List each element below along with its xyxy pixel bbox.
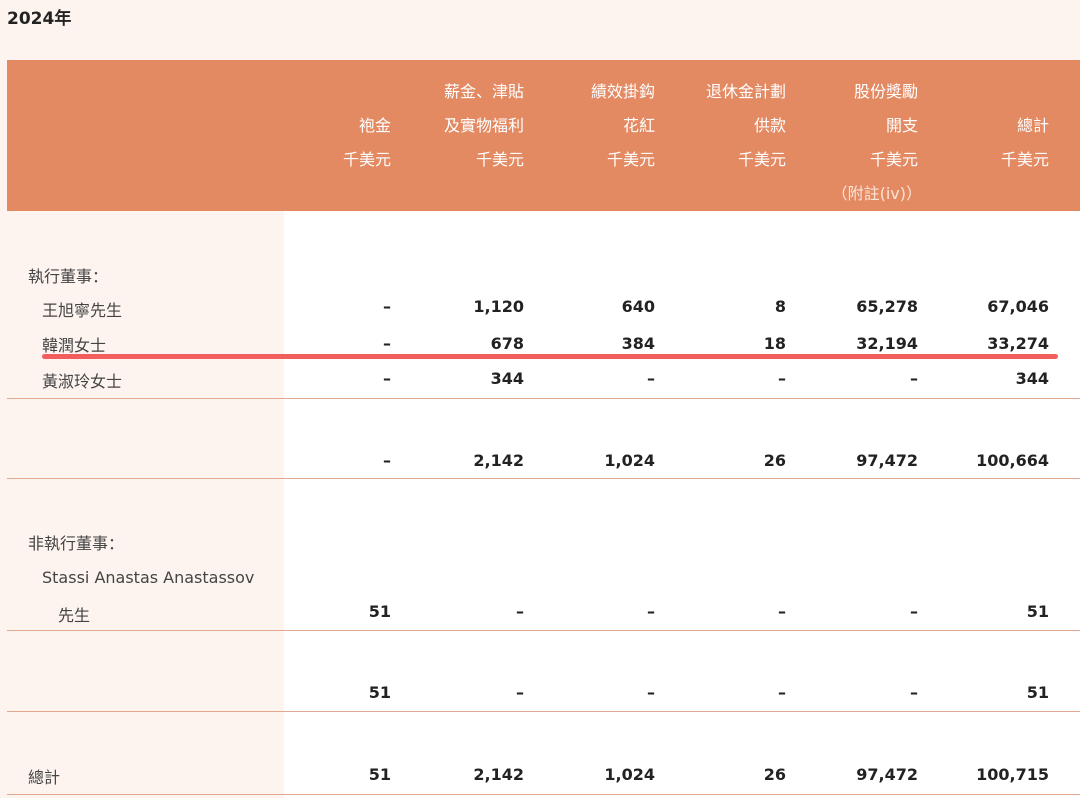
table-cell: – [383,369,391,388]
subtotal-cell: 100,664 [976,451,1049,470]
divider [7,711,1080,712]
subtotal-cell: – [778,683,786,702]
table-cell: – [383,334,391,353]
col-header-pension: 退休金計劃 [705,82,786,101]
table-cell: 384 [621,334,655,353]
subtotal-cell: 97,472 [856,451,918,470]
col-header-share-award: 股份獎勵 [853,82,918,101]
divider [7,398,1080,399]
table-cell: – [778,369,786,388]
table-cell: 65,278 [856,297,918,316]
row-label: 黃淑玲女士 [42,372,123,391]
divider [7,630,1080,631]
table-cell: – [516,602,524,621]
row-label: Stassi Anastas Anastassov [42,568,255,587]
col-header-share-award-unit: 千美元 [869,150,918,169]
grand-total-cell: 51 [368,765,391,784]
table-body-panel [284,210,1080,798]
table-cell: 18 [763,334,786,353]
table-cell: 51 [1026,602,1049,621]
table-cell: 51 [368,602,391,621]
col-header-bonus: 績效掛鈎 [590,82,655,101]
col-header-bonus-unit: 千美元 [606,150,655,169]
year-title: 2024年 [7,9,72,29]
col-header-salary-line2: 及實物福利 [443,116,524,135]
section-heading-non-executive: 非執行董事： [28,534,125,553]
col-header-bonus-line2: 花紅 [622,116,655,135]
subtotal-cell: 1,024 [604,451,655,470]
grand-total-label: 總計 [28,768,61,787]
table-cell: 344 [1015,369,1049,388]
table-cell: – [383,297,391,316]
col-header-salary: 薪金、津貼 [443,82,524,101]
table-cell: – [910,369,918,388]
section-heading-executive: 執行董事： [28,267,109,286]
row-label: 王旭寧先生 [42,301,123,320]
table-cell: – [647,369,655,388]
grand-total-cell: 100,715 [976,765,1049,784]
col-header-total-unit: 千美元 [1000,150,1049,169]
subtotal-cell: 26 [763,451,786,470]
divider [7,794,1080,795]
subtotal-cell: 51 [1026,683,1049,702]
row-label: 韓潤女士 [42,336,107,355]
subtotal-cell: – [910,683,918,702]
subtotal-cell: – [516,683,524,702]
table-cell: 8 [774,297,786,316]
col-header-fee-unit: 千美元 [342,150,391,169]
grand-total-cell: 97,472 [856,765,918,784]
table-cell: 678 [490,334,524,353]
col-header-share-award-line2: 開支 [885,116,918,135]
grand-total-cell: 1,024 [604,765,655,784]
table-cell: 67,046 [987,297,1049,316]
table-cell: 33,274 [987,334,1049,353]
col-header-pension-line2: 供款 [753,116,786,135]
col-header-pension-unit: 千美元 [737,150,786,169]
col-header-share-award-note: （附註(iv)） [831,184,922,203]
row-highlight-underline [42,354,1058,359]
table-cell: – [647,602,655,621]
row-label-continued: 先生 [58,606,91,625]
table-cell: 344 [490,369,524,388]
table-cell: 32,194 [856,334,918,353]
col-header-total: 總計 [1016,116,1049,135]
divider [7,478,1080,479]
table-cell: – [910,602,918,621]
col-header-fee: 袍金 [358,116,391,135]
subtotal-cell: – [647,683,655,702]
table-cell: 1,120 [473,297,524,316]
subtotal-cell: 2,142 [473,451,524,470]
subtotal-cell: – [383,451,391,470]
subtotal-cell: 51 [368,683,391,702]
grand-total-cell: 26 [763,765,786,784]
grand-total-cell: 2,142 [473,765,524,784]
table-cell: – [778,602,786,621]
table-cell: 640 [621,297,655,316]
col-header-salary-unit: 千美元 [475,150,524,169]
